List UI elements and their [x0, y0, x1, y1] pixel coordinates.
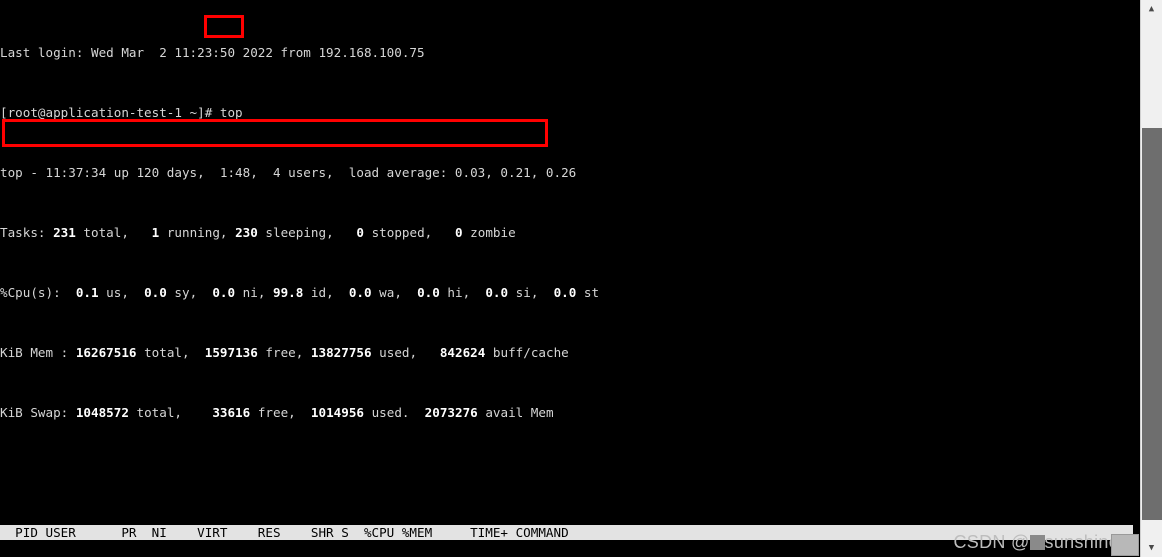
mem-total-value: 16267516 [75, 345, 137, 360]
cpu-id-label: id, [303, 285, 349, 300]
shell-prompt-line: [root@application-test-1 ~]# top [0, 105, 1140, 120]
watermark-glyph-box-left [1029, 535, 1045, 550]
tasks-label: Tasks: [0, 225, 54, 240]
mem-buffcache-value: 842624 [439, 345, 486, 360]
swap-avail-value: 2073276 [424, 405, 478, 420]
tasks-total-value: 231 [53, 225, 76, 240]
cpu-si-value: 0.0 [485, 285, 509, 300]
mem-used-value: 13827756 [310, 345, 372, 360]
terminal-window: Last login: Wed Mar 2 11:23:50 2022 from… [0, 0, 1162, 557]
mem-label: KiB Mem : [0, 345, 76, 360]
last-login-line: Last login: Wed Mar 2 11:23:50 2022 from… [0, 45, 1140, 60]
swap-free-label: free, [250, 405, 311, 420]
tasks-total-label: total, [75, 225, 152, 240]
swap-avail-label: avail Mem [477, 405, 554, 420]
watermark-middle: sunshine [1044, 532, 1119, 552]
cpu-label: %Cpu(s): [0, 285, 76, 300]
last-login-text: Last login: Wed Mar 2 11:23:50 2022 from… [0, 45, 425, 60]
mem-free-value: 1597136 [204, 345, 258, 360]
mem-used-label: used, [371, 345, 440, 360]
cpu-hi-label: hi, [439, 285, 486, 300]
tasks-sleeping-value: 230 [235, 225, 258, 240]
shell-prompt: [root@application-test-1 ~]# [0, 105, 220, 120]
swap-used-value: 1014956 [310, 405, 364, 420]
cpu-ni-label: ni, [235, 285, 273, 300]
terminal-output[interactable]: Last login: Wed Mar 2 11:23:50 2022 from… [0, 0, 1140, 557]
cpu-ni-value: 0.0 [212, 285, 236, 300]
cpu-st-label: st [576, 285, 600, 300]
vertical-scrollbar[interactable]: ▲ ▼ [1140, 0, 1162, 557]
swap-line: KiB Swap: 1048572 total, 33616 free, 101… [0, 405, 1140, 420]
cpu-si-label: si, [508, 285, 554, 300]
cpu-id-value: 99.8 [273, 285, 304, 300]
cpu-wa-value: 0.0 [348, 285, 372, 300]
mem-buffcache-label: buff/cache [485, 345, 569, 360]
cpu-hi-value: 0.0 [417, 285, 440, 300]
tasks-zombie-label: zombie [462, 225, 516, 240]
swap-total-label: total, [128, 405, 213, 420]
swap-free-value: 33616 [212, 405, 251, 420]
cpu-sy-value: 0.0 [144, 285, 167, 300]
watermark-prefix: CSDN @ [953, 532, 1030, 552]
cpu-st-value: 0.0 [553, 285, 577, 300]
tasks-stopped-label: stopped, [364, 225, 455, 240]
scroll-down-arrow-icon[interactable]: ▼ [1141, 539, 1162, 557]
tasks-stopped-value: 0 [356, 225, 364, 240]
window-corner-box [1111, 534, 1139, 556]
cpu-us-value: 0.1 [75, 285, 99, 300]
scrollbar-thumb[interactable] [1142, 128, 1162, 520]
cpu-line: %Cpu(s): 0.1 us, 0.0 sy, 0.0 ni, 99.8 id… [0, 285, 1140, 300]
tasks-sleeping-label: sleeping, [257, 225, 357, 240]
typed-command: top [219, 105, 243, 120]
swap-label: KiB Swap: [0, 405, 76, 420]
mem-free-label: free, [257, 345, 311, 360]
mem-total-label: total, [136, 345, 205, 360]
top-uptime-text: top - 11:37:34 up 120 days, 1:48, 4 user… [0, 165, 577, 180]
tasks-running-label: running, [159, 225, 236, 240]
top-uptime-line: top - 11:37:34 up 120 days, 1:48, 4 user… [0, 165, 1140, 180]
tasks-zombie-value: 0 [455, 225, 463, 240]
cpu-wa-label: wa, [371, 285, 418, 300]
cpu-us-label: us, [98, 285, 145, 300]
cpu-sy-label: sy, [166, 285, 213, 300]
swap-total-value: 1048572 [75, 405, 129, 420]
watermark: CSDN @ sunshine [953, 532, 1134, 553]
scroll-up-arrow-icon[interactable]: ▲ [1141, 0, 1162, 18]
tasks-line: Tasks: 231 total, 1 running, 230 sleepin… [0, 225, 1140, 240]
mem-line: KiB Mem : 16267516 total, 1597136 free, … [0, 345, 1140, 360]
swap-used-label: used. [363, 405, 425, 420]
